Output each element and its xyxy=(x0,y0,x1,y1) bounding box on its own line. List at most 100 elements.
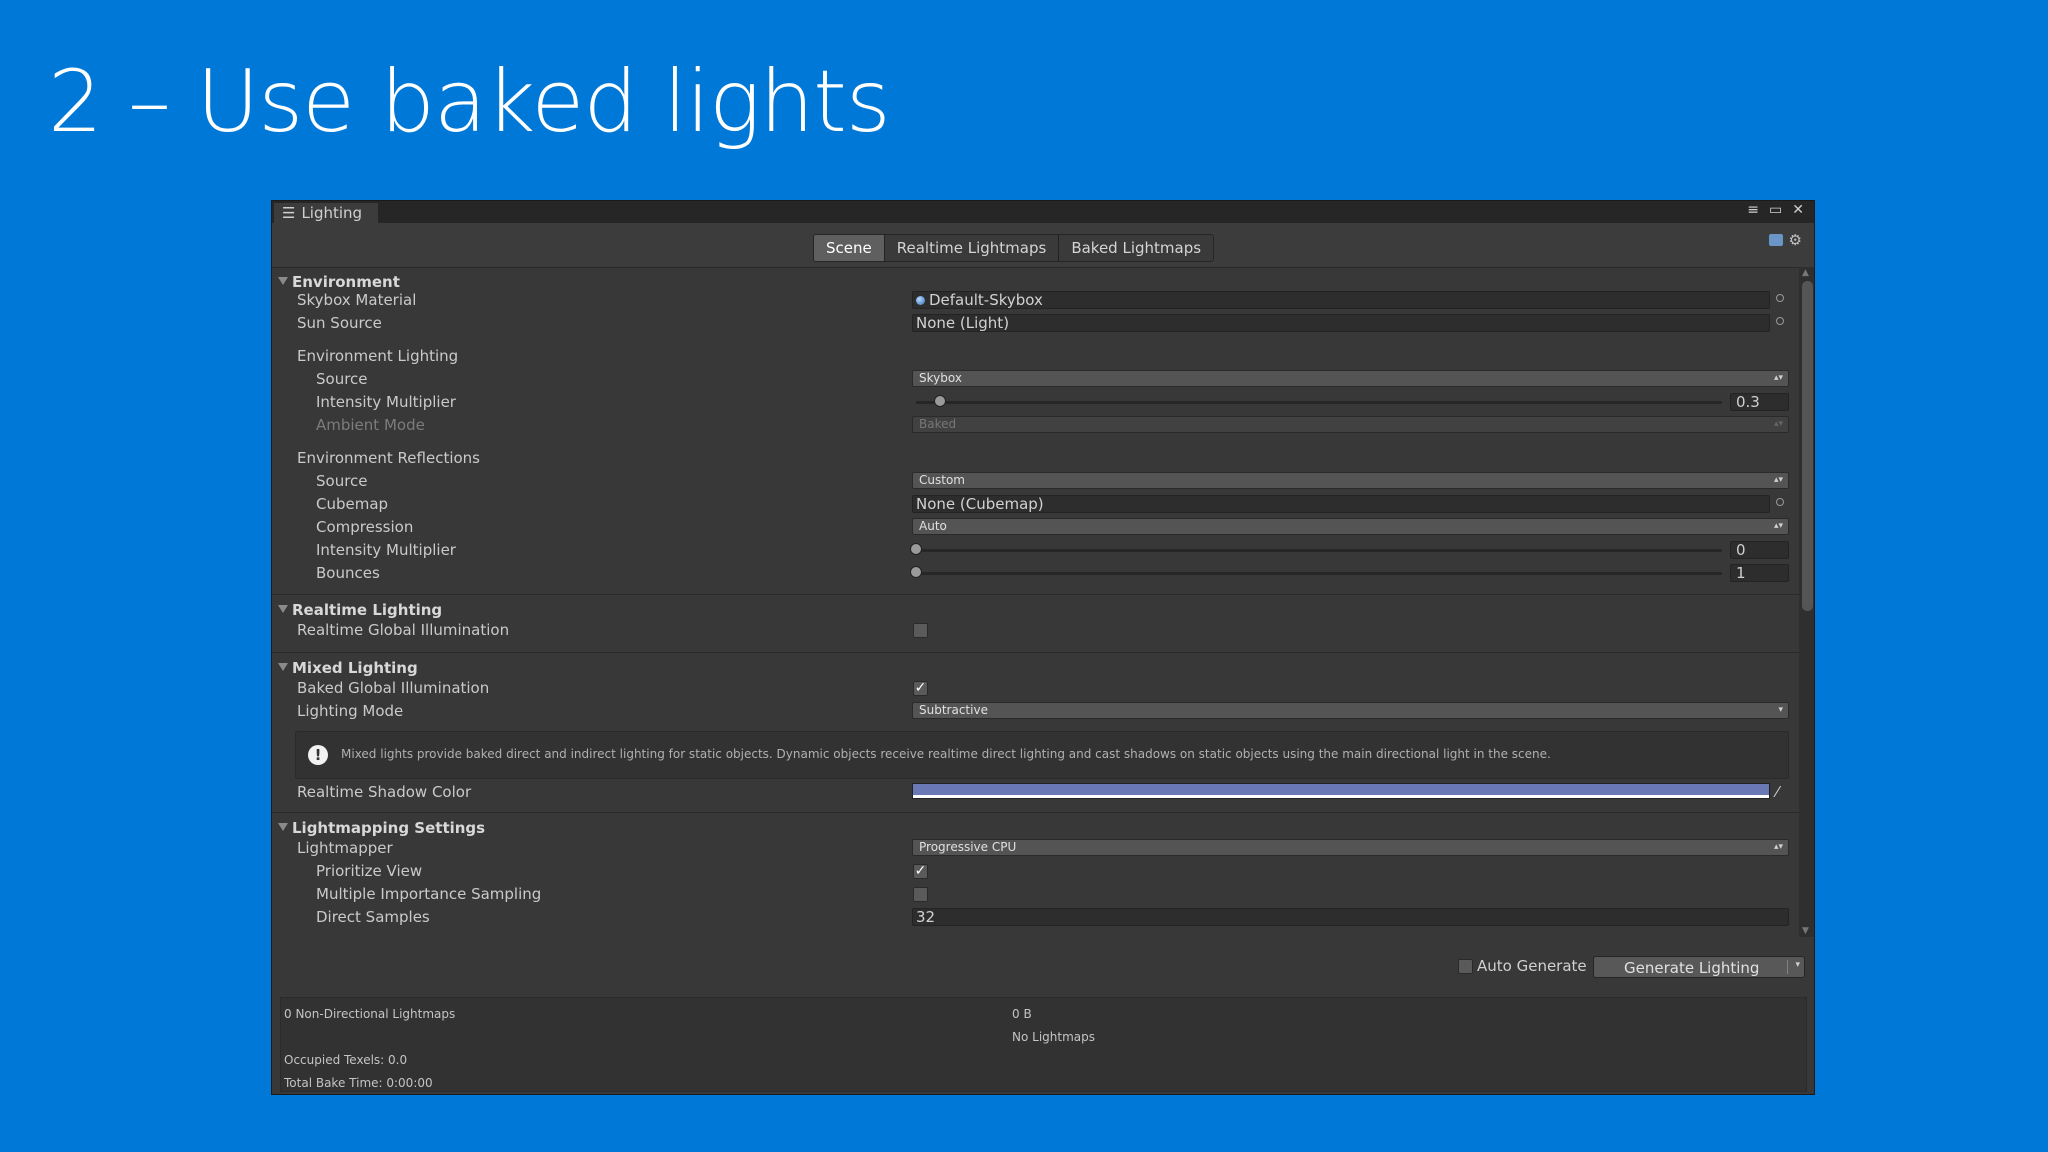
caret-down-icon xyxy=(278,663,288,671)
chevron-down-icon: ▾ xyxy=(1778,705,1783,715)
intensity-slider-thumb[interactable] xyxy=(934,395,947,407)
ambient-mode-dropdown: Baked ▴▾ xyxy=(912,416,1789,433)
slide-title: 2 – Use baked lights xyxy=(48,52,891,152)
menu-icon[interactable]: ≡ xyxy=(1747,202,1759,218)
object-picker-icon[interactable] xyxy=(1776,498,1784,506)
section-header: Mixed Lighting xyxy=(292,659,418,677)
toolbar: Scene Realtime Lightmaps Baked Lightmaps… xyxy=(272,223,1814,268)
field-label: Intensity Multiplier xyxy=(316,541,456,559)
updown-icon: ▴▾ xyxy=(1773,419,1783,429)
help-text: Mixed lights provide baked direct and in… xyxy=(341,747,1551,761)
scrollbar-thumb[interactable] xyxy=(1802,281,1813,611)
row-environment-lighting: Environment Lighting xyxy=(272,345,1799,367)
intensity-value-field[interactable]: 0.3 xyxy=(1730,393,1789,411)
row-reflection-intensity: Intensity Multiplier 0 xyxy=(272,539,1799,561)
field-label: Cubemap xyxy=(316,495,389,513)
reflection-intensity-value-field[interactable]: 0 xyxy=(1730,541,1789,559)
sun-source-field[interactable]: None (Light) xyxy=(912,314,1770,332)
field-label: Compression xyxy=(316,518,414,536)
toolbar-icons: ⚙ xyxy=(1768,231,1802,249)
row-reflection-source: Source Custom ▴▾ xyxy=(272,470,1799,492)
updown-icon: ▴▾ xyxy=(1773,521,1783,531)
auto-generate-toggle[interactable]: Auto Generate xyxy=(1458,957,1587,975)
window-tab-label: Lighting xyxy=(301,204,363,222)
auto-generate-label: Auto Generate xyxy=(1477,957,1587,975)
caret-down-icon xyxy=(278,605,288,613)
bounces-slider-thumb[interactable] xyxy=(910,566,922,578)
row-bounces: Bounces 1 xyxy=(272,562,1799,584)
field-label: Realtime Global Illumination xyxy=(297,621,510,639)
row-lighting-intensity: Intensity Multiplier 0.3 xyxy=(272,391,1799,413)
row-baked-gi: Baked Global Illumination ✓ xyxy=(272,677,1799,699)
baked-gi-checkbox[interactable]: ✓ xyxy=(913,681,928,696)
auto-generate-checkbox[interactable] xyxy=(1458,958,1473,974)
row-cubemap: Cubemap None (Cubemap) xyxy=(272,493,1799,515)
dropdown-value: Subtractive xyxy=(919,703,988,717)
tab-scene[interactable]: Scene xyxy=(814,235,884,261)
generate-bar: Auto Generate Generate Lighting ▾ xyxy=(272,937,1814,997)
bounces-slider-track[interactable] xyxy=(916,572,1722,575)
dropdown-value: Auto xyxy=(919,519,947,533)
dropdown-value: Custom xyxy=(919,473,965,487)
stat-texels: Occupied Texels: 0.0 xyxy=(284,1053,408,1067)
section-divider xyxy=(272,594,1799,595)
field-label: Ambient Mode xyxy=(316,416,425,434)
window-titlebar: ☰ Lighting ≡ ▭ ✕ xyxy=(272,201,1814,223)
field-label: Intensity Multiplier xyxy=(316,393,456,411)
row-skybox-material: Skybox Material Default-Skybox xyxy=(272,289,1799,311)
row-ambient-mode: Ambient Mode Baked ▴▾ xyxy=(272,414,1799,436)
scroll-up-icon[interactable]: ▲ xyxy=(1802,268,1809,278)
compression-dropdown[interactable]: Auto ▴▾ xyxy=(912,518,1789,535)
scroll-down-icon[interactable]: ▼ xyxy=(1802,926,1809,936)
field-label: Baked Global Illumination xyxy=(297,679,490,697)
updown-icon: ▴▾ xyxy=(1773,373,1783,383)
stat-no-lightmaps: No Lightmaps xyxy=(1012,1030,1095,1044)
field-label: Source xyxy=(316,472,368,490)
tab-realtime-lightmaps[interactable]: Realtime Lightmaps xyxy=(883,235,1059,261)
reflection-source-dropdown[interactable]: Custom ▴▾ xyxy=(912,472,1789,489)
lighting-window: ☰ Lighting ≡ ▭ ✕ Scene Realtime Lightmap… xyxy=(271,200,1815,1095)
stat-size: 0 B xyxy=(1012,1007,1032,1021)
book-icon[interactable] xyxy=(1768,234,1783,246)
stat-bake-time: Total Bake Time: 0:00:00 xyxy=(284,1076,433,1090)
dropdown-value: Baked xyxy=(919,417,957,431)
section-header: Realtime Lighting xyxy=(292,601,443,619)
realtime-gi-checkbox[interactable] xyxy=(913,623,928,638)
tab-group: Scene Realtime Lightmaps Baked Lightmaps xyxy=(813,234,1215,262)
chevron-down-icon[interactable]: ▾ xyxy=(1795,960,1800,970)
exclamation-icon: ! xyxy=(308,745,328,765)
row-compression: Compression Auto ▴▾ xyxy=(272,516,1799,538)
section-realtime-lighting[interactable]: Realtime Lighting xyxy=(272,599,1799,621)
row-lighting-source: Source Skybox ▴▾ xyxy=(272,368,1799,390)
close-icon[interactable]: ✕ xyxy=(1792,202,1804,218)
bounces-value-field[interactable]: 1 xyxy=(1730,564,1789,582)
button-divider xyxy=(1787,960,1788,974)
lighting-mode-dropdown[interactable]: Subtractive ▾ xyxy=(912,702,1789,719)
vertical-scrollbar[interactable]: ▲ ▼ xyxy=(1799,267,1814,937)
gear-icon[interactable]: ⚙ xyxy=(1789,231,1802,249)
maximize-icon[interactable]: ▭ xyxy=(1769,202,1782,218)
cubemap-field[interactable]: None (Cubemap) xyxy=(912,495,1770,513)
field-label: Source xyxy=(316,370,368,388)
generate-lighting-button[interactable]: Generate Lighting ▾ xyxy=(1593,956,1805,978)
intensity-slider-track[interactable] xyxy=(916,401,1722,404)
field-label: Bounces xyxy=(316,564,380,582)
window-tab-lighting[interactable]: ☰ Lighting xyxy=(274,203,378,223)
row-environment-reflections: Environment Reflections xyxy=(272,447,1799,469)
section-mixed-lighting[interactable]: Mixed Lighting xyxy=(272,657,1799,679)
subsection-label: Environment Lighting xyxy=(297,347,459,365)
reflection-intensity-slider-track[interactable] xyxy=(916,549,1722,552)
subsection-label: Environment Reflections xyxy=(297,449,480,467)
tab-baked-lightmaps[interactable]: Baked Lightmaps xyxy=(1058,235,1214,261)
reflection-intensity-slider-thumb[interactable] xyxy=(910,543,922,555)
updown-icon: ▴▾ xyxy=(1773,475,1783,485)
section-divider xyxy=(272,652,1799,653)
lighting-source-dropdown[interactable]: Skybox ▴▾ xyxy=(912,370,1789,387)
skybox-material-field[interactable]: Default-Skybox xyxy=(912,291,1770,309)
object-picker-icon[interactable] xyxy=(1776,317,1784,325)
list-icon: ☰ xyxy=(282,204,296,222)
caret-down-icon xyxy=(278,277,288,285)
stat-lightmaps: 0 Non-Directional Lightmaps xyxy=(284,1007,456,1021)
button-label: Generate Lighting xyxy=(1624,959,1760,977)
object-picker-icon[interactable] xyxy=(1776,294,1784,302)
